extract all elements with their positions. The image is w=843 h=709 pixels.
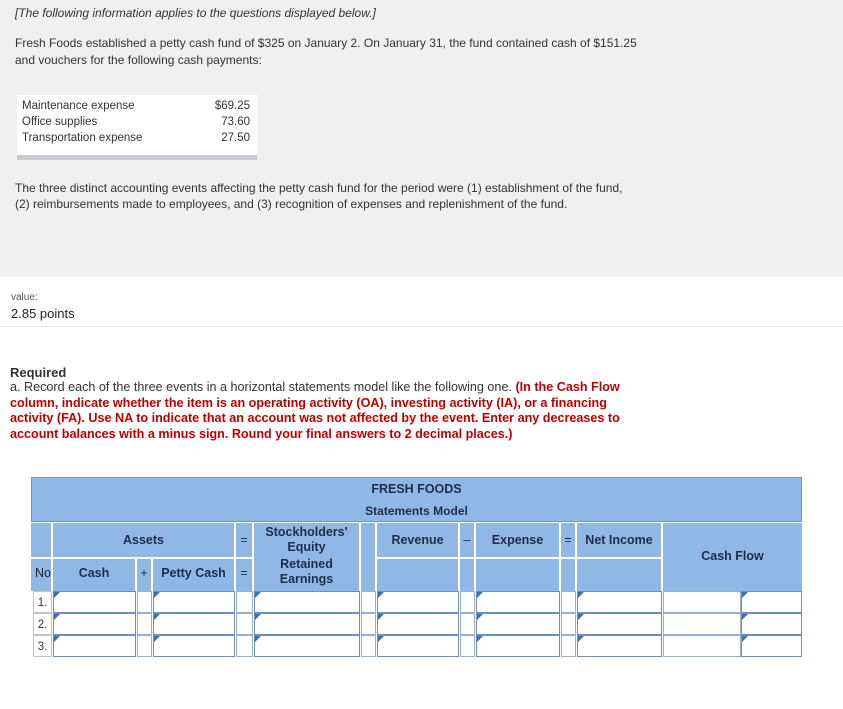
equals-sub — [561, 559, 575, 591]
cash-label: Cash — [78, 566, 110, 580]
revenue-sub — [377, 559, 458, 591]
op-cell — [236, 635, 253, 657]
payment-amount: 73.60 — [221, 116, 250, 128]
op-cell — [561, 635, 576, 657]
op-cell — [137, 591, 152, 613]
expense-input[interactable] — [476, 613, 560, 635]
expense-sub — [476, 559, 559, 591]
minus-sub — [460, 559, 474, 591]
payment-row: Maintenance expense $69.25 — [22, 98, 250, 114]
net-income-label: Net Income — [585, 533, 653, 547]
payment-label: Office supplies — [22, 116, 98, 128]
net-income-input[interactable] — [577, 635, 662, 657]
cash-flow-input[interactable] — [741, 635, 802, 657]
row-number: 1. — [33, 591, 52, 613]
retained-label: Retained Earnings — [279, 557, 334, 586]
required-text: a. Record each of the three events in a … — [10, 380, 635, 442]
payment-row: Office supplies 73.60 — [22, 114, 250, 130]
payment-amount: 27.50 — [221, 132, 250, 144]
assets-label: Assets — [123, 533, 164, 547]
cash-flow-input[interactable] — [741, 591, 802, 613]
op-cell — [137, 635, 152, 657]
petty-cash-input[interactable] — [153, 613, 235, 635]
payment-row: Transportation expense 27.50 — [22, 130, 250, 146]
petty-cash-input[interactable] — [153, 635, 235, 657]
petty-cash-label: Petty Cash — [161, 566, 226, 580]
payment-label: Transportation expense — [22, 132, 143, 144]
corner-cell — [31, 523, 51, 557]
expense-input[interactable] — [476, 635, 560, 657]
value-box: value: 2.85 points — [0, 280, 843, 327]
net-income-input[interactable] — [577, 613, 662, 635]
equity-label: Stockholders' Equity — [265, 525, 348, 554]
petty-cash-input[interactable] — [153, 591, 235, 613]
value-points: 2.85 points — [11, 306, 75, 321]
op-cell — [361, 613, 376, 635]
revenue-input[interactable] — [377, 613, 459, 635]
op-cell — [361, 635, 376, 657]
op-cell — [561, 591, 576, 613]
payments-table: Maintenance expense $69.25 Office suppli… — [17, 95, 257, 160]
revenue-label: Revenue — [391, 533, 444, 547]
spacer-cell — [361, 523, 375, 591]
cash-input[interactable] — [53, 591, 136, 613]
revenue-input[interactable] — [377, 591, 459, 613]
minus-sign: – — [463, 533, 471, 547]
op-cell — [236, 613, 253, 635]
payment-amount: $69.25 — [214, 100, 250, 112]
equals-sign-3: = — [240, 566, 248, 580]
cash-flow-amount-cell — [663, 613, 741, 635]
expense-input[interactable] — [476, 591, 560, 613]
equals-sign: = — [240, 533, 248, 547]
info-heading: [The following information applies to th… — [15, 6, 376, 20]
info-intro: Fresh Foods established a petty cash fun… — [15, 36, 637, 67]
required-instruction: a. Record each of the three events in a … — [10, 380, 512, 394]
revenue-input[interactable] — [377, 635, 459, 657]
cash-flow-amount-cell — [663, 591, 741, 613]
retained-earnings-input[interactable] — [254, 591, 360, 613]
required-title: Required — [10, 365, 67, 380]
payment-label: Maintenance expense — [22, 100, 135, 112]
cash-input[interactable] — [53, 635, 136, 657]
model-subtitle: Statements Model — [365, 504, 468, 518]
model-company: FRESH FOODS — [371, 482, 462, 496]
no-label: No — [35, 566, 51, 580]
row-number: 3. — [33, 635, 52, 657]
cash-flow-label: Cash Flow — [701, 549, 764, 563]
row-number: 2. — [33, 613, 52, 635]
retained-earnings-input[interactable] — [254, 613, 360, 635]
op-cell — [137, 613, 152, 635]
equals-sign-2: = — [564, 533, 572, 547]
cash-input[interactable] — [53, 613, 136, 635]
statements-model: FRESH FOODS Statements Model Assets = St… — [31, 477, 802, 658]
retained-earnings-input[interactable] — [254, 635, 360, 657]
net-income-sub — [577, 559, 661, 591]
op-cell — [460, 635, 475, 657]
info-events: The three distinct accounting events aff… — [15, 181, 623, 211]
op-cell — [236, 591, 253, 613]
op-cell — [361, 591, 376, 613]
op-cell — [561, 613, 576, 635]
value-label: value: — [11, 292, 38, 303]
cash-flow-amount-cell — [663, 635, 741, 657]
expense-label: Expense — [491, 533, 544, 547]
plus-sign: + — [140, 566, 148, 580]
op-cell — [460, 591, 475, 613]
op-cell — [460, 613, 475, 635]
net-income-input[interactable] — [577, 591, 662, 613]
cash-flow-input[interactable] — [741, 613, 802, 635]
info-panel: [The following information applies to th… — [0, 0, 843, 277]
